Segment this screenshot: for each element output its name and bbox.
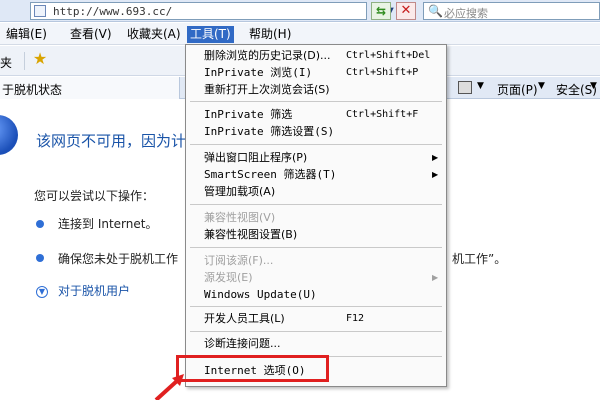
menu-reopen-session[interactable]: 重新打开上次浏览会话(S) <box>204 82 330 98</box>
try-text: 您可以尝试以下操作： <box>34 189 155 203</box>
menu-bar: 编辑(E) 查看(V) 收藏夹(A) 工具(T) 帮助(H) <box>0 23 600 45</box>
shortcut-dev-tools: F12 <box>346 313 365 324</box>
chevron-down-icon[interactable]: ▼ <box>590 81 597 91</box>
page-menu-button[interactable]: 页面(P) <box>497 81 538 98</box>
bullet-icon <box>36 220 44 228</box>
menu-inprivate-browsing[interactable]: InPrivate 浏览(I) <box>204 65 312 81</box>
menu-dev-tools[interactable]: 开发人员工具(L) <box>204 311 285 327</box>
browser-tab[interactable]: 于脱机状态 <box>0 77 180 99</box>
menu-delete-history[interactable]: 删除浏览的历史记录(D)... <box>204 48 331 64</box>
menu-edit[interactable]: 编辑(E) <box>3 26 50 43</box>
expand-chevron-icon[interactable]: ▼ <box>36 286 48 298</box>
address-toolbar: http://www.693.cc/ ▼ ⇆ ✕ 🔍 必应搜索 <box>0 0 600 22</box>
bullet-offline-continued: 机工作”。 <box>452 252 507 266</box>
menu-divider <box>190 144 442 145</box>
menu-manage-addons[interactable]: 管理加载项(A) <box>204 184 275 200</box>
chevron-down-icon[interactable]: ▼ <box>477 81 484 91</box>
menu-view[interactable]: 查看(V) <box>67 26 115 43</box>
add-favorite-star-icon[interactable]: ★ <box>30 49 50 69</box>
search-placeholder: 必应搜索 <box>444 7 488 20</box>
menu-diagnose[interactable]: 诊断连接问题... <box>204 336 281 352</box>
menu-favorites[interactable]: 收藏夹(A) <box>124 26 184 43</box>
print-icon[interactable] <box>458 81 472 94</box>
favorites-label[interactable]: 夹 <box>0 54 12 71</box>
menu-tools[interactable]: 工具(T) <box>187 26 234 43</box>
menu-popup-blocker[interactable]: 弹出窗口阻止程序(P) <box>204 150 307 166</box>
pointer-arrow-icon <box>154 374 184 400</box>
shortcut-inprivate-filter: Ctrl+Shift+F <box>346 109 419 120</box>
toolbar-divider <box>24 52 25 70</box>
bullet-offline: 确保您未处于脱机工作 <box>58 252 179 266</box>
menu-feed-discovery: 源发现(E) <box>204 271 253 284</box>
shortcut-inprivate: Ctrl+Shift+P <box>346 67 419 78</box>
chevron-down-icon[interactable]: ▼ <box>538 81 545 91</box>
stop-button[interactable]: ✕ <box>396 2 416 20</box>
menu-divider <box>190 306 442 307</box>
page-heading: 该网页不可用，因为计 <box>36 132 187 150</box>
submenu-arrow-icon: ▶ <box>432 273 439 282</box>
address-url: http://www.693.cc/ <box>53 5 173 18</box>
submenu-arrow-icon: ▶ <box>432 170 439 179</box>
bullet-icon <box>36 254 44 262</box>
menu-windows-update[interactable]: Windows Update(U) <box>204 287 317 303</box>
info-icon <box>0 115 18 155</box>
refresh-button[interactable]: ⇆ <box>371 2 391 20</box>
search-icon: 🔍 <box>428 4 443 18</box>
menu-divider <box>190 331 442 332</box>
search-input[interactable]: 🔍 必应搜索 <box>423 2 600 20</box>
menu-inprivate-filter-settings[interactable]: InPrivate 筛选设置(S) <box>204 124 334 140</box>
submenu-arrow-icon: ▶ <box>432 153 439 162</box>
menu-divider <box>190 204 442 205</box>
page-icon <box>34 5 46 17</box>
address-input[interactable]: http://www.693.cc/ ▼ <box>30 2 394 20</box>
menu-compat-view-settings[interactable]: 兼容性视图设置(B) <box>204 227 297 243</box>
tools-dropdown-menu: 删除浏览的历史记录(D)... Ctrl+Shift+Del InPrivate… <box>185 44 447 387</box>
menu-divider <box>190 247 442 248</box>
menu-help[interactable]: 帮助(H) <box>246 26 294 43</box>
shortcut-delete-history: Ctrl+Shift+Del <box>346 50 431 61</box>
menu-inprivate-filter[interactable]: InPrivate 筛选 <box>204 107 292 123</box>
tab-title: 于脱机状态 <box>2 83 63 97</box>
offline-users-link[interactable]: 对于脱机用户 <box>58 282 130 299</box>
menu-divider <box>190 101 442 102</box>
bullet-connect: 连接到 Internet。 <box>58 217 158 231</box>
menu-subscribe-feed: 订阅该源(F)... <box>204 254 274 267</box>
menu-compat-view: 兼容性视图(V) <box>204 211 276 224</box>
highlight-box <box>176 355 329 382</box>
menu-smartscreen[interactable]: SmartScreen 筛选器(T) <box>204 167 336 183</box>
